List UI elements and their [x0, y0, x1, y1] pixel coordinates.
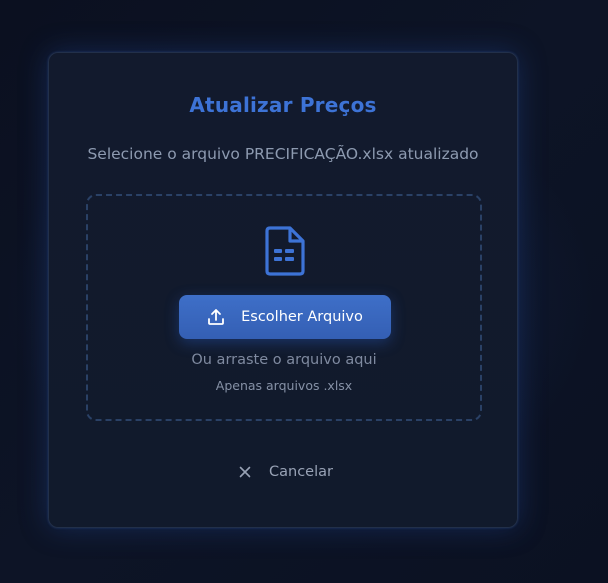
cancel-button[interactable]: Cancelar: [231, 457, 341, 487]
upload-modal: Atualizar Preços Selecione o arquivo PRE…: [48, 52, 518, 528]
upload-icon: [207, 308, 225, 326]
file-dropzone[interactable]: Escolher Arquivo Ou arraste o arquivo aq…: [86, 194, 482, 421]
modal-title: Atualizar Preços: [189, 93, 377, 117]
file-type-hint: Apenas arquivos .xlsx: [215, 378, 353, 393]
drag-drop-text: Ou arraste o arquivo aqui: [191, 352, 377, 368]
file-icon: [264, 225, 306, 277]
modal-subtitle: Selecione o arquivo PRECIFICAÇÃO.xlsx at…: [87, 145, 479, 163]
choose-file-label: Escolher Arquivo: [241, 309, 363, 325]
choose-file-button[interactable]: Escolher Arquivo: [179, 295, 391, 339]
cancel-label: Cancelar: [269, 464, 333, 480]
close-icon: [231, 466, 251, 478]
